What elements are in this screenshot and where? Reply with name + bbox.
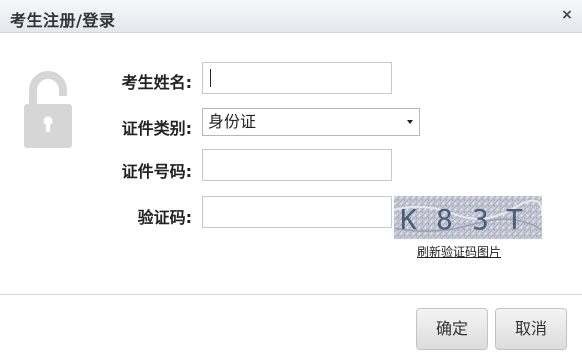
captcha-image[interactable]: K 8 3 T — [394, 196, 542, 239]
login-dialog: 考生注册/登录 × 考生姓名: 证件类别: 身份证 证件号码: 验证码: K 8… — [0, 0, 582, 355]
close-icon[interactable]: × — [558, 6, 576, 24]
cancel-button[interactable]: 取消 — [495, 308, 567, 350]
captcha-char-2: 8 — [436, 203, 453, 236]
captcha-char-1: K — [400, 203, 417, 236]
dialog-title: 考生注册/登录 — [10, 11, 116, 30]
captcha-char-4: T — [506, 203, 523, 236]
id-type-label: 证件类别: — [121, 119, 192, 138]
captcha-label: 验证码: — [137, 208, 192, 227]
name-input[interactable] — [202, 62, 392, 94]
refresh-captcha-link[interactable]: 刷新验证码图片 — [417, 243, 501, 260]
id-number-label: 证件号码: — [121, 162, 192, 181]
id-number-input[interactable] — [202, 149, 392, 181]
captcha-char-3: 3 — [472, 203, 489, 236]
captcha-input[interactable] — [202, 196, 392, 228]
chevron-down-icon — [407, 120, 413, 124]
footer-divider — [0, 294, 582, 295]
id-type-select[interactable]: 身份证 — [202, 108, 420, 136]
confirm-button[interactable]: 确定 — [416, 308, 488, 350]
id-type-selected-value: 身份证 — [208, 112, 257, 131]
dialog-title-bar[interactable]: 考生注册/登录 × — [0, 0, 582, 33]
lock-icon — [24, 71, 72, 148]
name-label: 考生姓名: — [121, 73, 192, 92]
